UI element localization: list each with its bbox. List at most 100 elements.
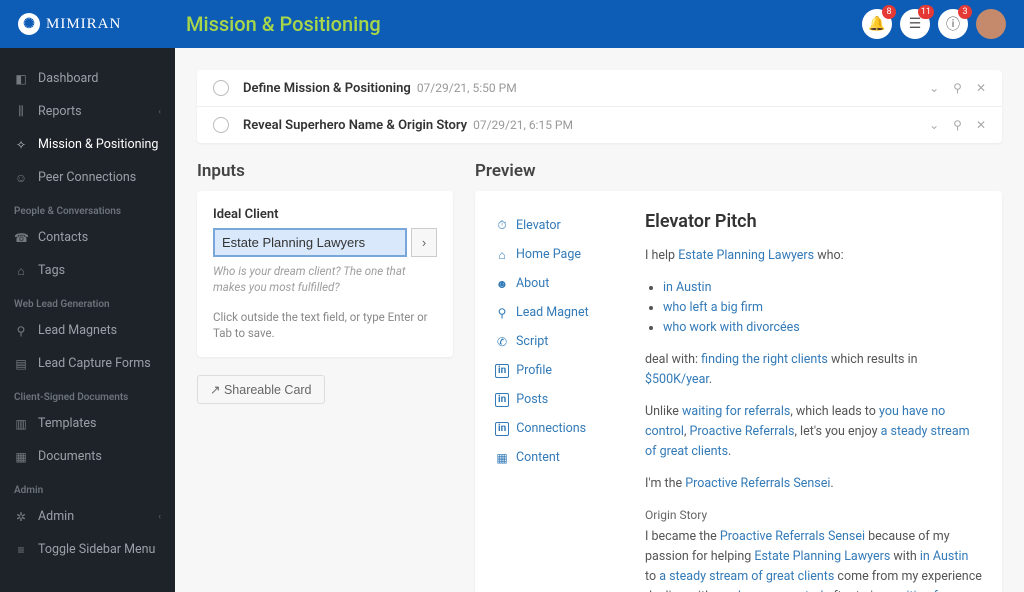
nav-icon: ☎	[14, 231, 28, 245]
nav-icon: ⚲	[14, 324, 28, 338]
nav-icon: ☻	[495, 277, 509, 291]
link-solution[interactable]: Proactive Referrals	[690, 424, 795, 439]
info-badge: 3	[958, 5, 972, 19]
nav-icon: ☺	[14, 171, 28, 185]
pin-icon[interactable]: ⚲	[953, 81, 962, 95]
task-checkbox[interactable]	[213, 117, 229, 133]
origin-story-heading: Origin Story	[645, 506, 982, 525]
logo-icon: ✺	[18, 13, 40, 35]
link-os-benefit[interactable]: a steady stream of great clients	[659, 569, 834, 584]
page-title: Mission & Positioning	[186, 12, 381, 36]
task-row[interactable]: Define Mission & Positioning 07/29/21, 5…	[197, 70, 1002, 107]
nav-icon: ⏱	[495, 218, 509, 233]
sidebar-item-templates[interactable]: ▥Templates	[0, 407, 175, 440]
task-timestamp: 07/29/21, 6:15 PM	[473, 118, 573, 132]
sidebar-item-mission-positioning[interactable]: ✧Mission & Positioning	[0, 128, 175, 161]
chevron-icon: ‹	[158, 107, 161, 117]
notifications-badge: 8	[882, 5, 896, 19]
avatar[interactable]	[976, 9, 1006, 39]
nav-icon: ▥	[14, 417, 28, 431]
sidebar-item-lead-capture-forms[interactable]: ▤Lead Capture Forms	[0, 347, 175, 380]
preview-nav-script[interactable]: ✆Script	[495, 327, 625, 356]
link-os-client[interactable]: Estate Planning Lawyers	[754, 549, 890, 564]
preview-heading: Preview	[475, 161, 1002, 181]
preview-nav: ⏱Elevator⌂Home Page☻About⚲Lead Magnet✆Sc…	[495, 211, 625, 472]
pin-icon[interactable]: ⚲	[953, 118, 962, 132]
preview-nav-lead-magnet[interactable]: ⚲Lead Magnet	[495, 298, 625, 327]
sidebar-item-dashboard[interactable]: ◧Dashboard	[0, 62, 175, 95]
close-icon[interactable]: ✕	[976, 81, 986, 95]
preview-nav-profile[interactable]: inProfile	[495, 356, 625, 385]
close-icon[interactable]: ✕	[976, 118, 986, 132]
preview-nav-home-page[interactable]: ⌂Home Page	[495, 240, 625, 269]
nav-icon: ⌂	[495, 248, 509, 262]
nav-icon: ⫼	[14, 104, 28, 119]
nav-icon: ✲	[14, 510, 28, 524]
inputs-heading: Inputs	[197, 161, 453, 181]
ideal-client-input[interactable]	[213, 228, 407, 257]
ideal-client-hint: Click outside the text field, or type En…	[213, 309, 437, 341]
nav-icon: ◧	[14, 72, 28, 86]
nav-icon: ✆	[495, 335, 509, 349]
sidebar-item-lead-magnets[interactable]: ⚲Lead Magnets	[0, 314, 175, 347]
link-os-superhero[interactable]: Proactive Referrals Sensei	[720, 529, 865, 544]
link-attr-2[interactable]: who work with divorcées	[663, 320, 800, 335]
preview-nav-posts[interactable]: inPosts	[495, 385, 625, 414]
link-problem[interactable]: finding the right clients	[701, 352, 828, 367]
preview-nav-content[interactable]: ▦Content	[495, 443, 625, 472]
nav-icon: ▦	[14, 450, 28, 464]
sidebar-item-documents[interactable]: ▦Documents	[0, 440, 175, 473]
nav-icon: ⚲	[495, 306, 509, 320]
chevron-icon: ‹	[158, 512, 161, 522]
logo[interactable]: ✺ MIMIRAN	[18, 13, 186, 35]
sidebar-section-heading: People & Conversations	[0, 194, 175, 221]
inputs-card: Ideal Client › Who is your dream client?…	[197, 191, 453, 357]
sidebar-item-peer-connections[interactable]: ☺Peer Connections	[0, 161, 175, 194]
preview-title: Elevator Pitch	[645, 211, 982, 232]
link-result[interactable]: $500K/year	[645, 372, 709, 387]
task-timestamp: 07/29/21, 5:50 PM	[417, 81, 517, 95]
link-ideal-client[interactable]: Estate Planning Lawyers	[678, 248, 814, 263]
task-list: Define Mission & Positioning 07/29/21, 5…	[197, 70, 1002, 143]
sidebar-item-toggle-sidebar-menu[interactable]: ≡Toggle Sidebar Menu	[0, 533, 175, 566]
link-location[interactable]: in Austin	[663, 280, 712, 295]
preview-nav-about[interactable]: ☻About	[495, 269, 625, 298]
link-os-location[interactable]: in Austin	[920, 549, 969, 564]
task-row[interactable]: Reveal Superhero Name & Origin Story 07/…	[197, 107, 1002, 143]
task-title: Define Mission & Positioning	[243, 81, 411, 96]
ideal-client-label: Ideal Client	[213, 207, 437, 222]
nav-icon: ✧	[14, 138, 28, 152]
sidebar-item-admin[interactable]: ✲Admin‹	[0, 500, 175, 533]
link-attr-1[interactable]: who left a big firm	[663, 300, 763, 315]
sidebar-section-heading: Admin	[0, 473, 175, 500]
task-checkbox[interactable]	[213, 80, 229, 96]
topbar-actions: 🔔8 ☰11 ⓘ3	[862, 9, 1006, 39]
ideal-client-next-button[interactable]: ›	[411, 228, 437, 257]
notifications-button[interactable]: 🔔8	[862, 9, 892, 39]
linkedin-icon: in	[495, 393, 509, 407]
sidebar: ◧Dashboard⫼Reports‹✧Mission & Positionin…	[0, 48, 175, 592]
sidebar-item-tags[interactable]: ⌂Tags	[0, 254, 175, 287]
task-title: Reveal Superhero Name & Origin Story	[243, 118, 467, 133]
link-superhero[interactable]: Proactive Referrals Sensei	[685, 476, 830, 491]
nav-icon: ≡	[14, 543, 28, 557]
preview-nav-elevator[interactable]: ⏱Elevator	[495, 211, 625, 240]
sidebar-item-contacts[interactable]: ☎Contacts	[0, 221, 175, 254]
shareable-card-button[interactable]: ↗ Shareable Card	[197, 375, 325, 404]
link-alternative[interactable]: waiting for referrals	[682, 404, 790, 419]
topbar: ✺ MIMIRAN Mission & Positioning 🔔8 ☰11 ⓘ…	[0, 0, 1024, 48]
linkedin-icon: in	[495, 422, 509, 436]
linkedin-icon: in	[495, 364, 509, 378]
nav-icon: ⌂	[14, 264, 28, 278]
info-button[interactable]: ⓘ3	[938, 9, 968, 39]
tasks-badge: 11	[918, 5, 934, 19]
sidebar-section-heading: Client-Signed Documents	[0, 380, 175, 407]
sidebar-section-heading: Web Lead Generation	[0, 287, 175, 314]
logo-text: MIMIRAN	[46, 16, 121, 33]
ideal-client-help: Who is your dream client? The one that m…	[213, 263, 437, 295]
tasks-button[interactable]: ☰11	[900, 9, 930, 39]
chevron-down-icon[interactable]: ⌄	[929, 81, 939, 95]
sidebar-item-reports[interactable]: ⫼Reports‹	[0, 95, 175, 128]
preview-nav-connections[interactable]: inConnections	[495, 414, 625, 443]
chevron-down-icon[interactable]: ⌄	[929, 118, 939, 132]
